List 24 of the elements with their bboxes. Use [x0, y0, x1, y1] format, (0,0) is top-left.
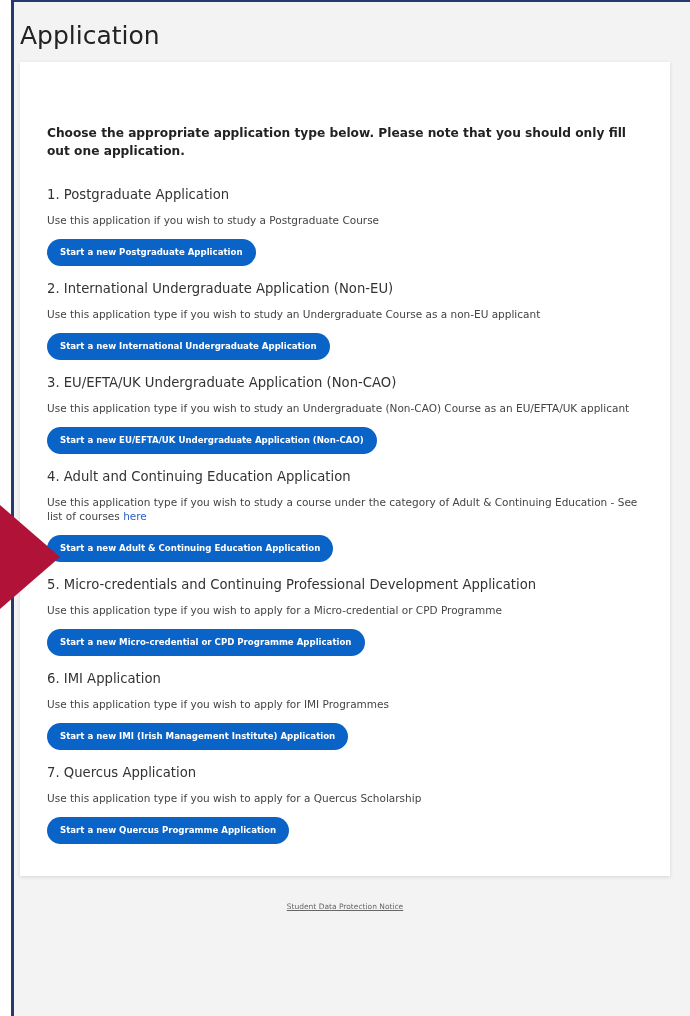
application-description: Use this application if you wish to study a Postgraduate Course — [47, 213, 381, 227]
application-heading: 2. International Undergraduate Application (Non-EU) — [47, 280, 395, 298]
start-application-button[interactable]: Start a new EU/EFTA/UK Undergraduate Application (Non-CAO) — [47, 427, 377, 454]
application-heading: 1. Postgraduate Application — [47, 186, 231, 204]
application-description: Use this application type if you wish to study an Undergraduate (Non-CAO) Course as an EU/EFTA/UK applicant — [47, 401, 631, 415]
application-description: Use this application type if you wish to apply for a Quercus Scholarship — [47, 791, 423, 805]
application-heading: 7. Quercus Application — [47, 764, 198, 782]
application-description: Use this application type if you wish to apply for IMI Programmes — [47, 697, 390, 711]
start-application-button[interactable]: Start a new Adult & Continuing Education Application — [47, 535, 334, 562]
start-application-button[interactable]: Start a new Postgraduate Application — [47, 239, 256, 266]
courses-link[interactable]: here — [123, 510, 147, 522]
application-description: Use this application type if you wish to study an Undergraduate Course as a non-EU applicant — [47, 307, 542, 321]
start-application-button[interactable]: Start a new Quercus Programme Application — [47, 817, 290, 844]
start-application-button[interactable]: Start a new IMI (Irish Management Institute) Application — [47, 723, 349, 750]
page-title: Application — [20, 20, 161, 52]
application-heading: 3. EU/EFTA/UK Undergraduate Application (Non-CAO) — [47, 374, 398, 392]
start-application-button[interactable]: Start a new International Undergraduate Application — [47, 333, 330, 360]
start-application-button[interactable]: Start a new Micro-credential or CPD Programme Application — [47, 629, 365, 656]
application-heading: 4. Adult and Continuing Education Application — [47, 468, 352, 486]
application-heading: 5. Micro-credentials and Continuing Professional Development Application — [47, 576, 538, 594]
intro-text: Choose the appropriate application type below. Please note that you should only fill out one application. — [47, 125, 628, 160]
application-description: Use this application type if you wish to apply for a Micro-credential or CPD Programme — [47, 603, 503, 617]
application-description: Use this application type if you wish to study a course under the category of Adult & Continuing Education - See list of courses here — [47, 495, 639, 523]
application-heading: 6. IMI Application — [47, 670, 162, 688]
